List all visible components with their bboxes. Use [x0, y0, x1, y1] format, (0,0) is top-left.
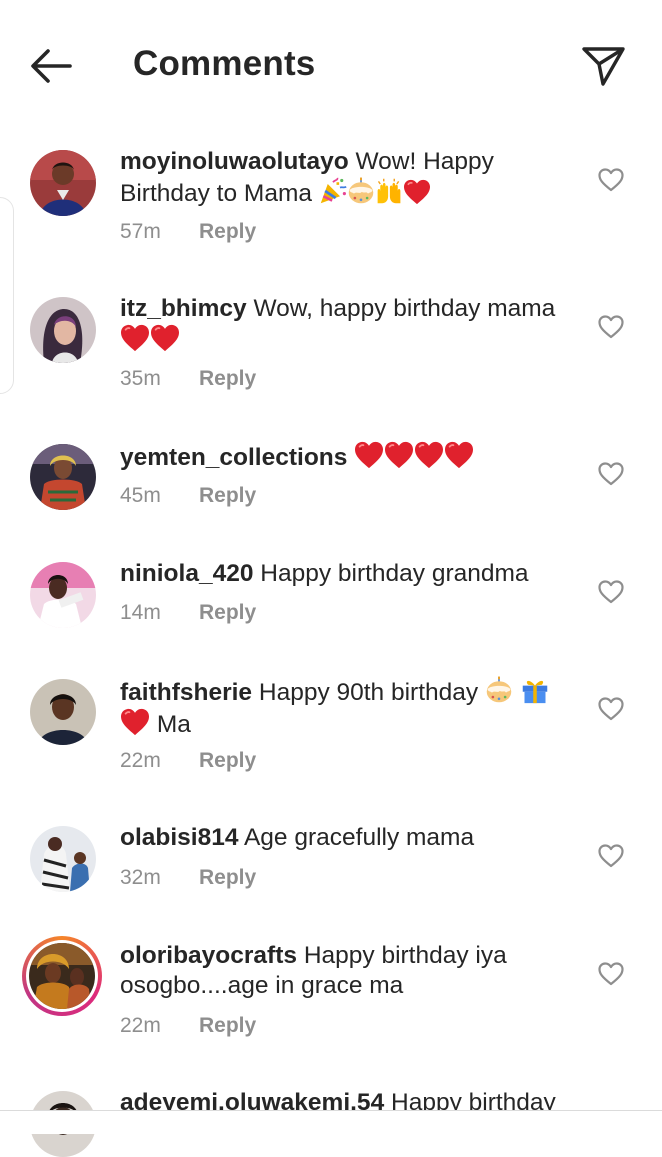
- comment-text: moyinoluwaolutayo Wow! Happy Birthday to…: [120, 147, 572, 209]
- comment-meta: 57m Reply: [120, 220, 256, 244]
- comment-meta: 22m Reply: [120, 749, 256, 773]
- birthday-cake-emoji: [347, 177, 375, 205]
- comment-text: olabisi814 Age gracefully mama: [120, 823, 572, 853]
- comment-time: 22m: [120, 1014, 161, 1037]
- comment-body: Happy birthday: [391, 1089, 556, 1110]
- comment-meta: 14m Reply: [120, 601, 256, 625]
- comment-body: Happy 90th birthday: [258, 679, 479, 706]
- red-heart-emoji: [444, 441, 474, 469]
- avatar[interactable]: [30, 679, 96, 745]
- red-heart-emoji: [120, 324, 150, 352]
- comment-time: 14m: [120, 601, 161, 624]
- reply-button[interactable]: Reply: [199, 1014, 256, 1037]
- comment-time: 35m: [120, 367, 161, 390]
- comment-username[interactable]: itz_bhimcy: [120, 295, 247, 322]
- comment-username[interactable]: yemten_collections: [120, 444, 347, 471]
- comment-body: Wow, happy birthday mama: [253, 295, 556, 322]
- comment-username[interactable]: niniola_420: [120, 560, 253, 587]
- comments-list: moyinoluwaolutayo Wow! Happy Birthday to…: [0, 0, 662, 1157]
- reply-button[interactable]: Reply: [199, 220, 256, 243]
- comment-body-continued: Ma: [156, 711, 191, 738]
- story-ring-avatar[interactable]: [22, 936, 102, 1016]
- avatar[interactable]: [30, 297, 96, 363]
- red-heart-emoji: [120, 708, 150, 736]
- comment-text: adeyemi.oluwakemi.54 Happy birthday: [120, 1088, 572, 1110]
- red-heart-emoji: [403, 179, 431, 205]
- comment-meta: 35m Reply: [120, 367, 256, 391]
- comment-meta: 22m Reply: [120, 1014, 256, 1038]
- reply-button[interactable]: Reply: [199, 484, 256, 507]
- reply-button[interactable]: Reply: [199, 866, 256, 889]
- reply-button[interactable]: Reply: [199, 367, 256, 390]
- comment-body: Age gracefully mama: [243, 824, 475, 851]
- red-heart-emoji: [414, 441, 444, 469]
- comment-time: 45m: [120, 484, 161, 507]
- comment-time: 32m: [120, 866, 161, 889]
- like-heart-icon[interactable]: [598, 697, 624, 721]
- comment-time: 57m: [120, 220, 161, 243]
- reply-button[interactable]: Reply: [199, 601, 256, 624]
- wrapped-gift-emoji: [520, 676, 550, 704]
- comment-text: itz_bhimcy Wow, happy birthday mama: [120, 294, 572, 356]
- avatar[interactable]: [30, 826, 96, 892]
- raising-hands-emoji: [375, 177, 403, 205]
- comment-username[interactable]: moyinoluwaolutayo: [120, 148, 349, 175]
- like-heart-icon[interactable]: [598, 844, 624, 868]
- avatar[interactable]: [30, 150, 96, 216]
- red-heart-emoji: [150, 324, 180, 352]
- comment-text: yemten_collections: [120, 441, 572, 473]
- avatar[interactable]: [30, 444, 96, 510]
- bottom-bar: [0, 1111, 662, 1134]
- like-heart-icon[interactable]: [598, 168, 624, 192]
- red-heart-emoji: [354, 441, 384, 469]
- like-heart-icon[interactable]: [598, 462, 624, 486]
- red-heart-emoji: [384, 441, 414, 469]
- comment-text: niniola_420 Happy birthday grandma: [120, 559, 572, 589]
- party-popper-emoji: [319, 177, 347, 205]
- comment-text: faithfsherie Happy 90th birthday Ma: [120, 676, 572, 740]
- comment-username[interactable]: adeyemi.oluwakemi.54: [120, 1089, 384, 1110]
- like-heart-icon[interactable]: [598, 580, 624, 604]
- comment-meta: 45m Reply: [120, 484, 256, 508]
- comment-username[interactable]: faithfsherie: [120, 679, 252, 706]
- reply-button[interactable]: Reply: [199, 749, 256, 772]
- like-heart-icon[interactable]: [598, 962, 624, 986]
- comment-text: oloribayocrafts Happy birthday iya osogb…: [120, 941, 572, 1001]
- like-heart-icon[interactable]: [598, 315, 624, 339]
- comment-time: 22m: [120, 749, 161, 772]
- birthday-cake-emoji: [485, 676, 513, 704]
- comment-username[interactable]: olabisi814: [120, 824, 238, 851]
- comment-body: Happy birthday grandma: [260, 560, 529, 587]
- comment-username[interactable]: oloribayocrafts: [120, 942, 297, 969]
- comment-meta: 32m Reply: [120, 866, 256, 890]
- avatar[interactable]: [30, 562, 96, 628]
